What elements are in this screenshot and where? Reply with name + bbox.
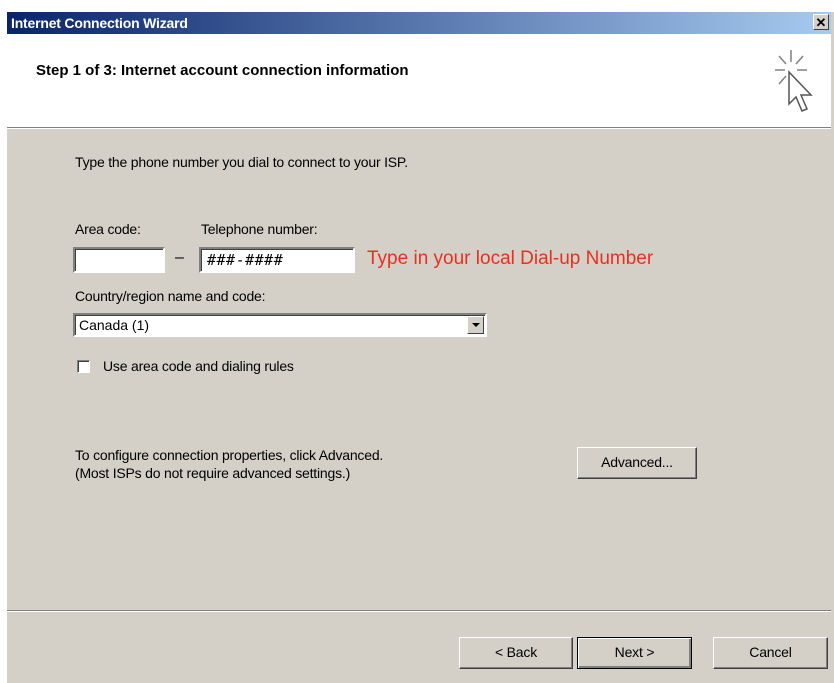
instruction-text: Type the phone number you dial to connec… <box>75 154 408 170</box>
step-title: Step 1 of 3: Internet account connection… <box>36 62 409 79</box>
country-value: Canada (1) <box>79 317 150 333</box>
cursor-sparkle-icon <box>775 50 813 112</box>
window-title: Internet Connection Wizard <box>11 15 188 31</box>
area-code-input[interactable] <box>73 247 165 273</box>
phone-dash: – <box>175 249 184 266</box>
wizard-window: Internet Connection Wizard ✕ Step 1 of 3… <box>0 0 834 683</box>
area-code-rules-label[interactable]: Use area code and dialing rules <box>103 358 294 374</box>
next-button-label: Next > <box>614 644 655 660</box>
next-button[interactable]: Next > <box>577 637 692 669</box>
wizard-header: Step 1 of 3: Internet account connection… <box>7 34 831 129</box>
left-margin <box>0 0 7 683</box>
telephone-label: Telephone number: <box>201 221 318 237</box>
footer-divider-highlight <box>7 611 831 612</box>
close-button[interactable]: ✕ <box>813 14 829 30</box>
back-button[interactable]: < Back <box>459 637 573 669</box>
advanced-info-line1: To configure connection properties, clic… <box>75 447 384 463</box>
cancel-button[interactable]: Cancel <box>713 637 828 669</box>
chevron-down-icon[interactable] <box>467 316 484 334</box>
title-bar[interactable]: Internet Connection Wizard ✕ <box>7 12 831 34</box>
wizard-body: Type the phone number you dial to connec… <box>7 130 831 610</box>
back-button-label: < Back <box>495 644 537 660</box>
advanced-info-line2: (Most ISPs do not require advanced setti… <box>75 465 351 481</box>
area-code-rules-checkbox[interactable] <box>77 360 90 373</box>
advanced-button[interactable]: Advanced... <box>577 447 697 479</box>
close-icon: ✕ <box>815 15 827 30</box>
cancel-button-label: Cancel <box>749 644 792 660</box>
dialup-hint-annotation: Type in your local Dial-up Number <box>367 248 654 269</box>
top-margin <box>0 0 834 12</box>
area-code-label: Area code: <box>75 221 141 237</box>
country-label: Country/region name and code: <box>75 288 266 304</box>
advanced-button-label: Advanced... <box>601 454 673 470</box>
telephone-value: ###-#### <box>207 251 284 269</box>
country-select[interactable]: Canada (1) <box>73 313 487 337</box>
telephone-input[interactable]: ###-#### <box>199 247 355 273</box>
